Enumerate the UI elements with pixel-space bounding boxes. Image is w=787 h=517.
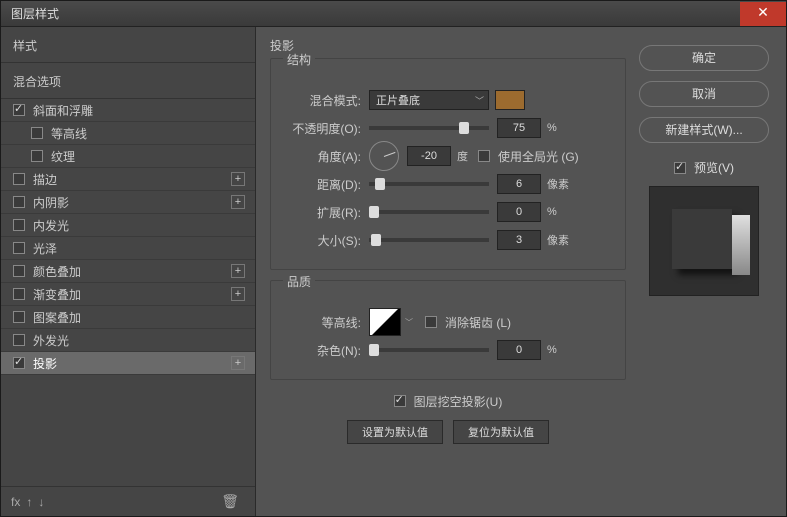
- noise-input[interactable]: 0: [497, 340, 541, 360]
- sidebar-item-label: 外发光: [33, 332, 69, 349]
- sidebar-item-4[interactable]: 内阴影 +: [1, 191, 255, 214]
- structure-legend: 结构: [283, 51, 315, 68]
- sidebar-checkbox[interactable]: [13, 288, 25, 300]
- distance-slider[interactable]: [369, 182, 489, 186]
- knockout-checkbox[interactable]: [394, 395, 406, 407]
- window-title: 图层样式: [11, 5, 59, 22]
- angle-input[interactable]: -20: [407, 146, 451, 166]
- arrow-down-icon[interactable]: ↓: [38, 495, 44, 509]
- sidebar-item-label: 描边: [33, 171, 57, 188]
- make-default-button[interactable]: 设置为默认值: [347, 420, 443, 444]
- sidebar-checkbox[interactable]: [13, 357, 25, 369]
- contour-picker[interactable]: [369, 308, 401, 336]
- size-input[interactable]: 3: [497, 230, 541, 250]
- angle-dial[interactable]: [369, 141, 399, 171]
- shadow-color-swatch[interactable]: [495, 90, 525, 110]
- plus-icon[interactable]: +: [231, 356, 245, 370]
- size-slider[interactable]: [369, 238, 489, 242]
- plus-icon[interactable]: +: [231, 264, 245, 278]
- distance-label: 距离(D):: [283, 176, 369, 193]
- cancel-button[interactable]: 取消: [639, 81, 769, 107]
- sidebar-item-5[interactable]: 内发光: [1, 214, 255, 237]
- sidebar-item-label: 纹理: [51, 148, 75, 165]
- sidebar-item-label: 光泽: [33, 240, 57, 257]
- preview-thumbnail: [649, 186, 759, 296]
- knockout-label: 图层挖空投影(U): [414, 393, 503, 410]
- spread-slider[interactable]: [369, 210, 489, 214]
- styles-sidebar: 样式 混合选项 斜面和浮雕等高线纹理描边 + 内阴影 + 内发光光泽颜色叠加 + 渐变叠加 +…: [1, 27, 256, 516]
- noise-label: 杂色(N):: [283, 342, 369, 359]
- sidebar-checkbox[interactable]: [13, 104, 25, 116]
- preview-label: 预览(V): [694, 159, 734, 176]
- sidebar-item-11[interactable]: 投影 +: [1, 352, 255, 375]
- preview-checkbox[interactable]: [674, 162, 686, 174]
- sidebar-item-label: 渐变叠加: [33, 286, 81, 303]
- sidebar-item-6[interactable]: 光泽: [1, 237, 255, 260]
- sidebar-checkbox[interactable]: [13, 173, 25, 185]
- sidebar-checkbox[interactable]: [13, 196, 25, 208]
- main-panel: 投影 结构 混合模式: 正片叠底 ﹀ 不透明度(O): 75 %: [256, 27, 636, 516]
- structure-group: 结构 混合模式: 正片叠底 ﹀ 不透明度(O): 75 % 角度(A: [270, 58, 626, 270]
- plus-icon[interactable]: +: [231, 195, 245, 209]
- sidebar-checkbox[interactable]: [13, 334, 25, 346]
- panel-title: 投影: [270, 37, 626, 54]
- sidebar-checkbox[interactable]: [31, 127, 43, 139]
- quality-group: 品质 等高线: ﹀ 消除锯齿 (L) 杂色(N): 0 %: [270, 280, 626, 380]
- opacity-label: 不透明度(O):: [283, 120, 369, 137]
- close-button[interactable]: ✕: [740, 2, 786, 26]
- sidebar-item-label: 内发光: [33, 217, 69, 234]
- arrow-up-icon[interactable]: ↑: [26, 495, 32, 509]
- sidebar-item-label: 等高线: [51, 125, 87, 142]
- sidebar-checkbox[interactable]: [13, 242, 25, 254]
- plus-icon[interactable]: +: [231, 172, 245, 186]
- antialias-checkbox[interactable]: [425, 316, 437, 328]
- sidebar-item-9[interactable]: 图案叠加: [1, 306, 255, 329]
- plus-icon[interactable]: +: [231, 287, 245, 301]
- sidebar-item-2[interactable]: 纹理: [1, 145, 255, 168]
- chevron-down-icon[interactable]: ﹀: [405, 317, 413, 328]
- angle-label: 角度(A):: [283, 148, 369, 165]
- sidebar-item-3[interactable]: 描边 +: [1, 168, 255, 191]
- sidebar-item-label: 斜面和浮雕: [33, 102, 93, 119]
- sidebar-checkbox[interactable]: [13, 265, 25, 277]
- sidebar-item-label: 图案叠加: [33, 309, 81, 326]
- blend-mode-select[interactable]: 正片叠底 ﹀: [369, 90, 489, 110]
- reset-default-button[interactable]: 复位为默认值: [453, 420, 549, 444]
- antialias-label: 消除锯齿 (L): [445, 314, 511, 331]
- sidebar-header-blend[interactable]: 混合选项: [1, 63, 255, 99]
- trash-icon[interactable]: 🗑: [221, 493, 239, 510]
- global-light-label: 使用全局光 (G): [498, 148, 579, 165]
- sidebar-checkbox[interactable]: [31, 150, 43, 162]
- sidebar-header-styles[interactable]: 样式: [1, 27, 255, 63]
- global-light-checkbox[interactable]: [478, 150, 490, 162]
- sidebar-item-10[interactable]: 外发光: [1, 329, 255, 352]
- sidebar-item-label: 内阴影: [33, 194, 69, 211]
- sidebar-item-8[interactable]: 渐变叠加 +: [1, 283, 255, 306]
- sidebar-item-1[interactable]: 等高线: [1, 122, 255, 145]
- spread-label: 扩展(R):: [283, 204, 369, 221]
- contour-label: 等高线:: [283, 314, 369, 331]
- size-label: 大小(S):: [283, 232, 369, 249]
- noise-slider[interactable]: [369, 348, 489, 352]
- spread-input[interactable]: 0: [497, 202, 541, 222]
- sidebar-item-label: 颜色叠加: [33, 263, 81, 280]
- ok-button[interactable]: 确定: [639, 45, 769, 71]
- sidebar-item-0[interactable]: 斜面和浮雕: [1, 99, 255, 122]
- sidebar-item-label: 投影: [33, 355, 57, 372]
- sidebar-footer: fx ↑ ↓ 🗑: [1, 486, 255, 516]
- quality-legend: 品质: [283, 273, 315, 290]
- sidebar-checkbox[interactable]: [13, 311, 25, 323]
- titlebar: 图层样式 ✕: [1, 1, 786, 27]
- blend-mode-label: 混合模式:: [283, 92, 369, 109]
- sidebar-checkbox[interactable]: [13, 219, 25, 231]
- distance-input[interactable]: 6: [497, 174, 541, 194]
- opacity-input[interactable]: 75: [497, 118, 541, 138]
- opacity-slider[interactable]: [369, 126, 489, 130]
- sidebar-item-7[interactable]: 颜色叠加 +: [1, 260, 255, 283]
- new-style-button[interactable]: 新建样式(W)...: [639, 117, 769, 143]
- fx-label[interactable]: fx: [11, 495, 20, 509]
- chevron-down-icon: ﹀: [475, 94, 484, 107]
- right-panel: 确定 取消 新建样式(W)... 预览(V): [636, 27, 786, 516]
